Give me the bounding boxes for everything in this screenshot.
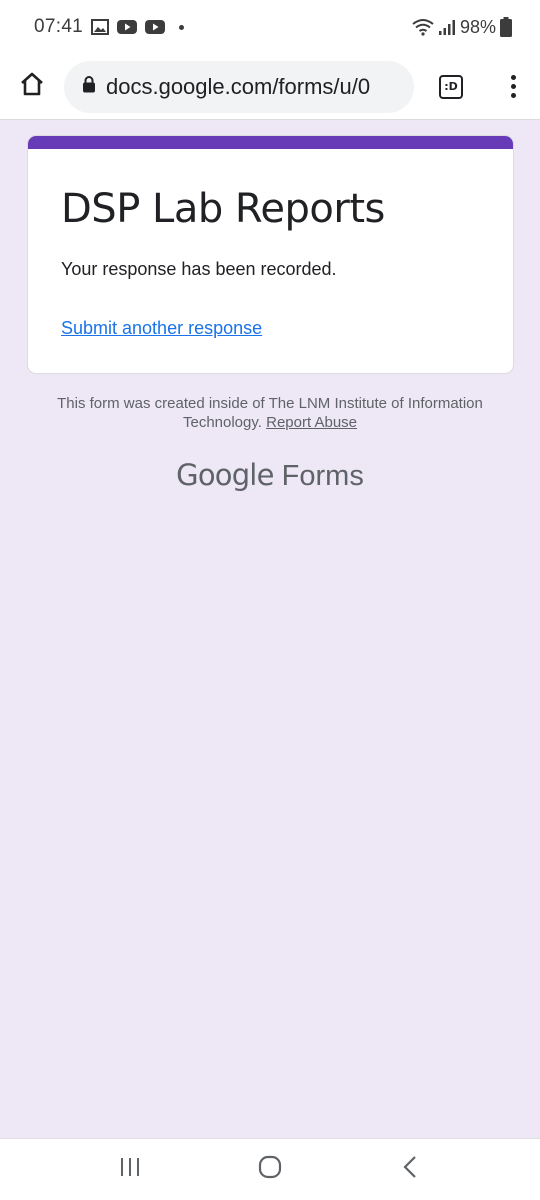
system-nav-bar [0,1138,540,1200]
browser-toolbar: docs.google.com/forms/u/0 :D [0,54,540,120]
signal-icon [438,18,456,36]
youtube-icon [117,19,138,35]
more-vert-icon-dot [510,93,516,98]
brand-forms: Forms [281,460,364,492]
youtube-icon [145,19,166,35]
more-vert-icon-dot [510,84,516,89]
lock-icon [82,75,96,98]
brand-google: Google [176,458,274,492]
submit-another-response-link[interactable]: Submit another response [61,318,262,339]
status-bar: 07:41 98% [0,0,540,54]
form-title: DSP Lab Reports [61,186,385,232]
wifi-icon [412,18,434,36]
more-notifications-dot-icon [179,24,185,30]
url-text: docs.google.com/forms/u/0 [106,73,371,99]
recent-apps-button[interactable] [100,1140,160,1200]
home-button[interactable] [0,54,64,120]
report-abuse-link[interactable]: Report Abuse [266,414,357,431]
home-nav-button[interactable] [240,1140,300,1200]
tab-switcher-button[interactable]: :D [414,54,488,120]
recent-apps-icon [119,1157,141,1182]
confirmation-message: Your response has been recorded. [61,259,337,279]
status-time: 07:41 [34,16,84,37]
back-icon [402,1155,418,1184]
confirmation-card: DSP Lab Reports Your response has been r… [27,135,514,374]
home-icon [19,71,45,102]
google-forms-logo[interactable]: Google Forms [0,458,540,493]
tab-switcher-icon: :D [439,74,463,99]
address-bar[interactable]: docs.google.com/forms/u/0 [64,60,414,113]
battery-percentage: 98% [459,16,496,37]
battery-icon [500,17,512,37]
more-vert-icon [510,75,516,80]
form-footer: This form was created inside of The LNM … [40,394,500,432]
back-button[interactable] [380,1140,440,1200]
browser-menu-button[interactable] [488,54,538,120]
gallery-icon [91,19,110,35]
home-nav-icon [258,1155,282,1184]
card-accent-bar [28,136,513,149]
